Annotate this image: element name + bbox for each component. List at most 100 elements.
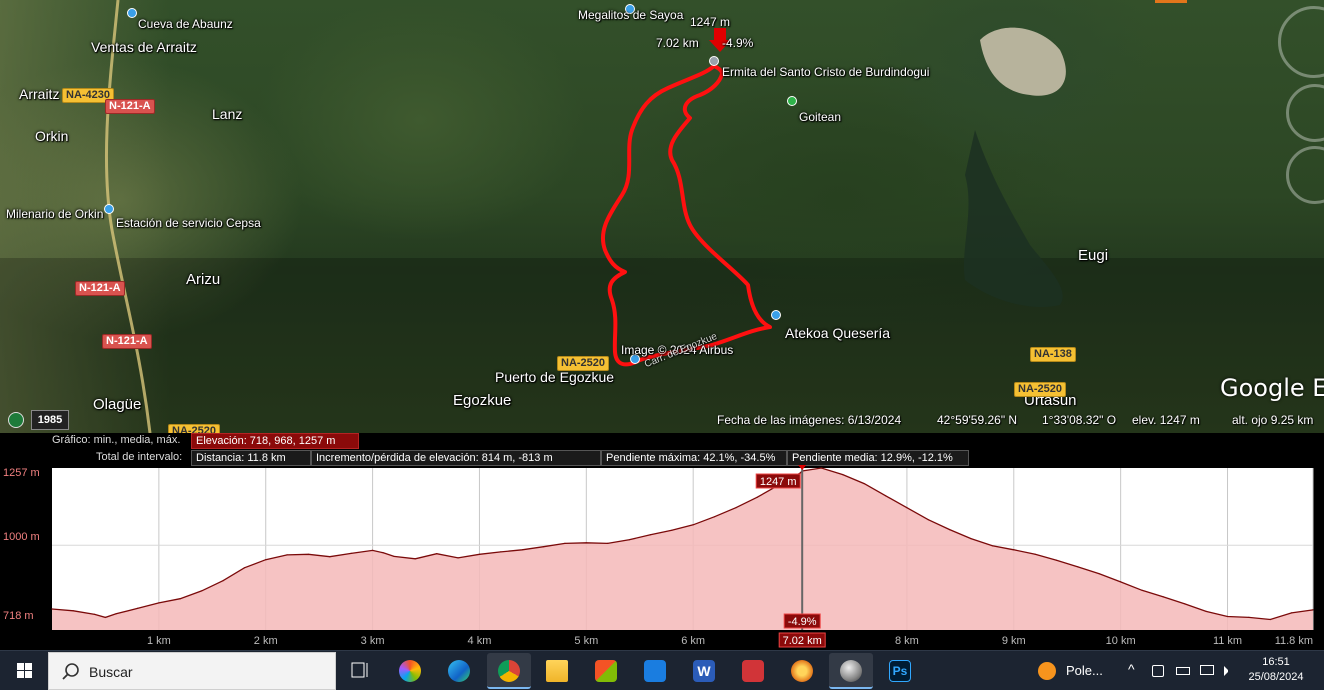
elevation-point (714, 516, 716, 518)
monitor-icon[interactable] (1200, 665, 1214, 675)
x-tick-label: 6 km (681, 635, 705, 647)
elevation-point (1205, 610, 1207, 612)
cursor-grade: -4.9% (722, 36, 754, 50)
label-atekoa[interactable]: Atekoa Quesería (785, 325, 890, 341)
x-tick-label: 11.8 km (1275, 635, 1313, 647)
label-ermita[interactable]: Ermita del Santo Cristo de Burdindogui (722, 65, 929, 79)
label-cueva[interactable]: Cueva de Abaunz (138, 17, 233, 31)
elevation-point (1312, 609, 1314, 611)
label-arraitz[interactable]: Arraitz (19, 86, 59, 102)
queseria-pin[interactable] (771, 310, 781, 320)
taskbar-photoshop[interactable]: Ps (878, 653, 922, 689)
label-ventas[interactable]: Ventas de Arraitz (91, 39, 197, 55)
elevation-profile-panel[interactable]: Gráfico: min., media, máx. Elevación: 71… (0, 433, 1324, 650)
x-tick-label: 7.02 km (783, 635, 822, 647)
taskbar-camera[interactable] (731, 653, 775, 689)
label-cepsa[interactable]: Estación de servicio Cepsa (116, 216, 261, 230)
elevation-point (671, 529, 673, 531)
weather-text[interactable]: Pole... (1066, 663, 1103, 678)
taskbar-app-star[interactable] (780, 653, 824, 689)
elevation-point (906, 507, 908, 509)
satellite-map[interactable]: Cueva de Abaunz Megalitos de Sayoa Venta… (0, 0, 1324, 433)
label-orkin[interactable]: Orkin (35, 128, 68, 144)
label-goitean[interactable]: Goitean (799, 110, 841, 124)
elevation-point (628, 539, 630, 541)
search-box[interactable]: Buscar (48, 652, 336, 690)
elevation-point (72, 610, 74, 612)
elevation-point (1226, 615, 1229, 618)
label-lanz[interactable]: Lanz (212, 106, 242, 122)
elevation-point (991, 545, 994, 547)
label-puerto[interactable]: Puerto de Egozkue (495, 369, 614, 385)
taskbar-photos[interactable] (388, 653, 432, 689)
year-button[interactable]: 1985 (31, 410, 69, 430)
elevation-point (265, 559, 267, 561)
elevation-point (1013, 549, 1015, 551)
task-view-button[interactable] (338, 653, 382, 689)
taskbar: Buscar W Ps Pole... ^ 16:51 25/08/2024 (0, 650, 1324, 690)
label-arizu[interactable]: Arizu (186, 271, 220, 288)
latitude: 42°59'59.26" N (937, 413, 1018, 427)
tray-chevron-icon[interactable]: ^ (1128, 661, 1135, 677)
clock-time: 16:51 (1262, 656, 1290, 668)
x-tick-label: 3 km (361, 635, 385, 647)
road-n121a-1: N-121-A (105, 99, 155, 114)
elevation-point (1055, 559, 1058, 561)
taskbar-word[interactable]: W (682, 653, 726, 689)
label-olague[interactable]: Olagüe (93, 396, 141, 413)
elevation-point (94, 613, 96, 615)
road-na2520-b: NA-2520 (1014, 382, 1067, 397)
elevation-point (457, 557, 459, 559)
taskbar-mail[interactable] (633, 653, 677, 689)
network-icon[interactable] (1152, 665, 1164, 677)
cave-pin[interactable] (127, 8, 137, 18)
historical-imagery-icon[interactable] (8, 412, 24, 428)
elevation-point (521, 549, 523, 551)
elevation-point (1141, 589, 1143, 591)
elevation-point (949, 529, 951, 531)
cursor-elevation: 1247 m (690, 15, 731, 29)
milenario-pin[interactable] (104, 204, 114, 214)
elevation-point (372, 549, 374, 551)
elevation-chart[interactable]: 1 km 2 km 3 km 4 km 5 km 6 km 7.02 km 8 km 9 km 1… (0, 433, 1324, 650)
elevation-readout: elev. 1247 m (1132, 413, 1200, 427)
battery-icon[interactable] (1176, 667, 1190, 675)
volume-icon[interactable] (1224, 666, 1234, 676)
elevation-point (1120, 581, 1122, 583)
label-milenario[interactable]: Milenario de Orkin (6, 207, 103, 221)
elevation-point (564, 542, 566, 544)
label-megalitos[interactable]: Megalitos de Sayoa (578, 8, 683, 22)
taskbar-store[interactable] (584, 653, 628, 689)
elevation-point (414, 558, 416, 560)
store-icon (595, 660, 617, 682)
windows-icon (17, 663, 32, 678)
elevation-point (382, 552, 384, 554)
x-tick-label: 5 km (574, 635, 598, 647)
road-n121a-3: N-121-A (102, 334, 152, 349)
x-tick-label: 8 km (895, 635, 919, 647)
elevation-point (585, 542, 587, 544)
taskbar-edge[interactable] (437, 653, 481, 689)
elevation-point (756, 496, 758, 498)
goitean-pin[interactable] (787, 96, 797, 106)
weather-icon[interactable] (1038, 662, 1056, 680)
route-line (601, 64, 772, 367)
taskbar-explorer[interactable] (535, 653, 579, 689)
taskbar-chrome[interactable] (487, 653, 531, 689)
tray-icons[interactable] (1152, 663, 1242, 679)
start-button[interactable] (0, 651, 48, 690)
elevation-point (393, 555, 395, 557)
elevation-point (1184, 603, 1186, 605)
search-icon (62, 663, 79, 680)
eye-altitude: alt. ojo 9.25 km (1232, 413, 1314, 427)
ermita-pin[interactable] (709, 56, 719, 66)
taskbar-google-earth[interactable] (829, 653, 873, 689)
elevation-point (478, 553, 481, 555)
label-eugi[interactable]: Eugi (1078, 247, 1108, 264)
clock[interactable]: 16:51 25/08/2024 (1244, 655, 1308, 685)
label-egozkue[interactable]: Egozkue (453, 392, 511, 409)
elevation-point (842, 474, 844, 476)
elevation-point (692, 524, 694, 526)
cursor-grade-label: -4.9% (788, 616, 817, 628)
elevation-point (863, 483, 865, 485)
